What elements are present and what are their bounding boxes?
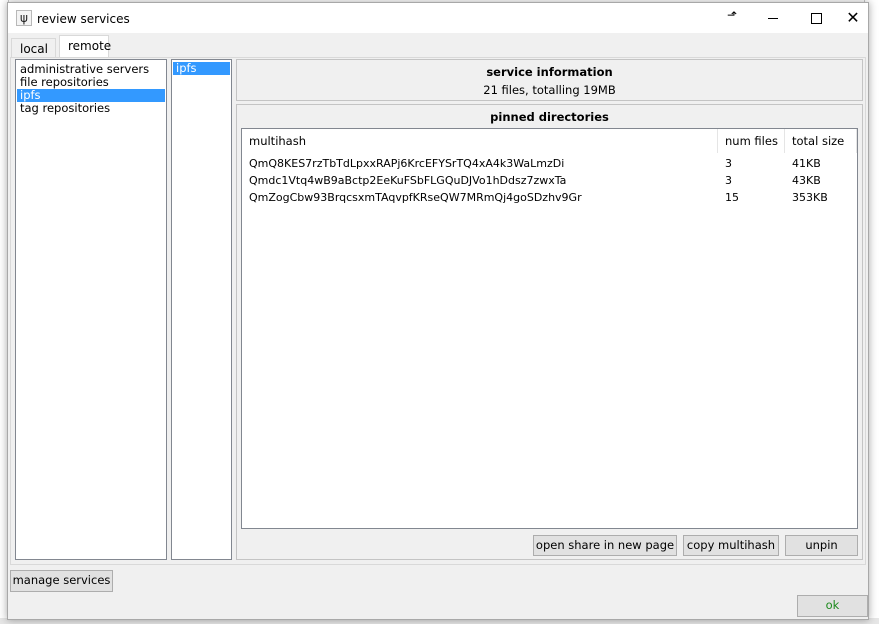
close-icon: ✕	[846, 8, 860, 27]
table-row[interactable]: Qmdc1Vtq4wB9aBctp2EeKuFSbFLGQuDJVo1hDdsz…	[242, 172, 857, 189]
pinned-directories-panel: pinned directories multihash num files t…	[236, 104, 863, 560]
open-share-in-new-page-button[interactable]: open share in new page	[533, 535, 677, 556]
table-row[interactable]: QmZogCbw93BrqcsxmTAqvpfKRseQW7MRmQj4goSD…	[242, 189, 857, 206]
maximize-icon	[811, 13, 822, 24]
pinned-directories-table[interactable]: multihash num files total size QmQ8KES7r…	[241, 128, 858, 529]
review-services-dialog: ψ review services ⬏ ✕ local remote admin…	[7, 2, 869, 620]
cell-multihash: QmQ8KES7rzTbTdLpxxRAPj6KrcEFYSrTQ4xA4k3W…	[249, 157, 565, 170]
service-type-tag-repositories[interactable]: tag repositories	[17, 102, 165, 115]
service-item-ipfs[interactable]: ipfs	[173, 62, 230, 75]
column-header-num-files[interactable]: num files	[718, 129, 785, 153]
minimize-icon	[768, 18, 778, 19]
cell-multihash: QmZogCbw93BrqcsxmTAqvpfKRseQW7MRmQj4goSD…	[249, 191, 582, 204]
tab-remote[interactable]: remote	[59, 35, 111, 58]
cell-total-size: 41KB	[792, 157, 821, 170]
service-summary: 21 files, totalling 19MB	[483, 83, 616, 97]
table-header: multihash num files total size	[242, 129, 857, 153]
column-header-total-size[interactable]: total size	[785, 129, 857, 153]
cell-num-files: 3	[725, 174, 732, 187]
table-row[interactable]: QmQ8KES7rzTbTdLpxxRAPj6KrcEFYSrTQ4xA4k3W…	[242, 155, 857, 172]
title-bar[interactable]: ψ review services ⬏ ✕	[8, 3, 868, 33]
manage-services-button[interactable]: manage services	[10, 570, 113, 592]
service-information-panel: service information 21 files, totalling …	[236, 59, 863, 101]
service-list[interactable]: ipfs	[171, 59, 232, 560]
table-body: QmQ8KES7rzTbTdLpxxRAPj6KrcEFYSrTQ4xA4k3W…	[242, 155, 857, 206]
mouse-cursor-icon: ⬏	[727, 8, 738, 22]
minimize-button[interactable]	[753, 3, 793, 33]
app-icon: ψ	[16, 10, 32, 26]
unpin-button[interactable]: unpin	[785, 535, 858, 556]
cell-num-files: 3	[725, 157, 732, 170]
cell-multihash: Qmdc1Vtq4wB9aBctp2EeKuFSbFLGQuDJVo1hDdsz…	[249, 174, 567, 187]
cell-total-size: 43KB	[792, 174, 821, 187]
cell-total-size: 353KB	[792, 191, 828, 204]
service-information-title: service information	[486, 65, 613, 79]
service-type-list[interactable]: administrative servers file repositories…	[15, 59, 167, 560]
copy-multihash-button[interactable]: copy multihash	[683, 535, 779, 556]
cell-num-files: 15	[725, 191, 739, 204]
ok-button[interactable]: ok	[797, 595, 868, 617]
tab-local[interactable]: local	[11, 38, 56, 58]
close-button[interactable]: ✕	[833, 3, 873, 33]
column-header-multihash[interactable]: multihash	[242, 129, 718, 153]
maximize-button[interactable]	[796, 3, 836, 33]
window-title: review services	[37, 12, 130, 26]
pinned-directories-title: pinned directories	[490, 110, 609, 124]
